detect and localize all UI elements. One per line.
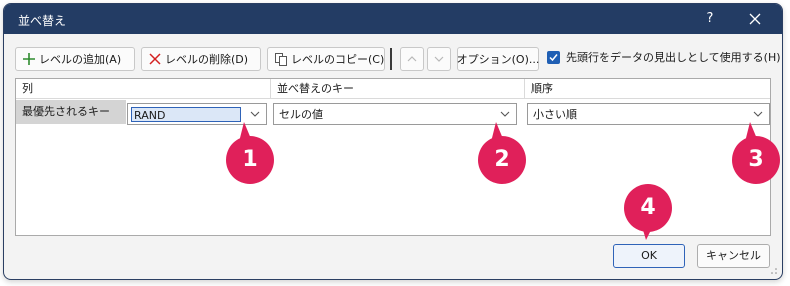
callout-badge-1: 1 <box>226 136 274 184</box>
callout-tails <box>238 122 760 240</box>
callout-badge-2: 2 <box>478 136 526 184</box>
callout-badge-3: 3 <box>732 136 780 184</box>
callout-badge-4: 4 <box>624 184 672 232</box>
